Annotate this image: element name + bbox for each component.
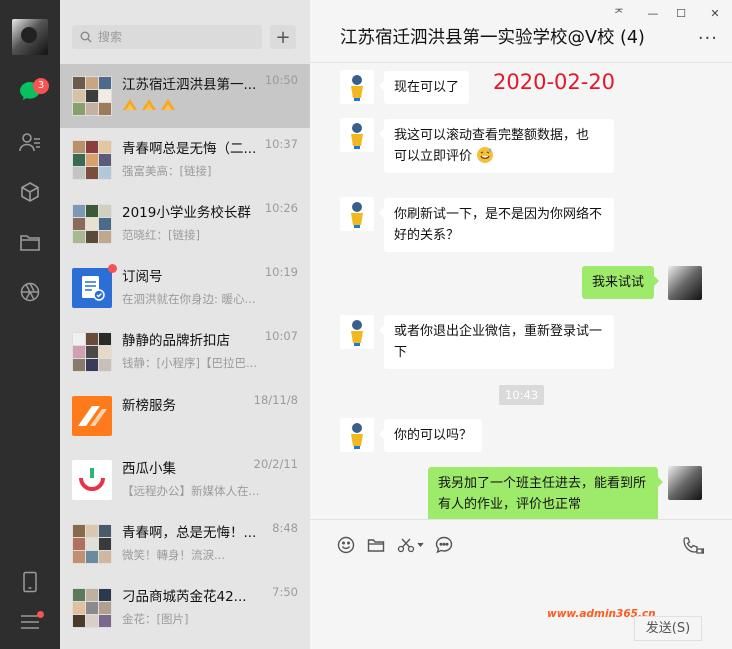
subscription-avatar xyxy=(72,268,112,308)
add-chat-button[interactable]: + xyxy=(270,25,296,49)
chat-time: 10:50 xyxy=(264,73,298,87)
chat-history-icon[interactable] xyxy=(433,534,455,556)
party-hat-icon xyxy=(142,99,156,110)
search-icon xyxy=(80,31,92,43)
chat-time: 18/11/8 xyxy=(253,393,298,407)
send-button[interactable]: 发送(S) xyxy=(634,616,702,641)
party-hat-icon xyxy=(161,99,175,110)
phone-icon[interactable] xyxy=(15,567,45,597)
chat-title: 江苏宿迁泗洪县第一实验学校@V校 (4) xyxy=(340,28,645,48)
chat-name: 订阅号 xyxy=(122,269,163,285)
wechat-window: 3 + 江苏宿迁泗洪县第一 xyxy=(0,0,732,649)
search-input[interactable] xyxy=(98,30,248,44)
message-bubble-self: 我另加了一个班主任进去，能看到所有人的作业，评价也正常 xyxy=(428,467,663,521)
screenshot-scissors-icon[interactable] xyxy=(396,534,426,556)
chat-time: 10:19 xyxy=(264,265,298,279)
chat-time: 7:50 xyxy=(272,585,298,599)
minimize-button[interactable]: — xyxy=(642,4,664,22)
chat-time: 10:26 xyxy=(264,201,298,215)
menu-notification-dot xyxy=(37,611,44,618)
chat-item[interactable]: 青春啊，总是无悔！... 8:48 微笑！轉身！流淚... xyxy=(60,512,310,576)
xinbang-logo-icon xyxy=(78,406,107,426)
group-avatar xyxy=(72,588,112,628)
group-avatar xyxy=(72,204,112,244)
chat-name: 青春啊总是无悔（二... xyxy=(122,141,257,157)
group-avatar xyxy=(72,332,112,372)
chat-preview: 钱静：[小程序]【巴拉巴... xyxy=(122,356,257,370)
message-bubble-self: 我来试试 xyxy=(582,266,660,299)
unread-badge: 3 xyxy=(33,78,49,94)
file-folder-icon[interactable] xyxy=(365,534,387,556)
my-message-avatar[interactable] xyxy=(668,466,702,500)
my-avatar[interactable] xyxy=(12,19,48,55)
chat-item[interactable]: 西瓜小集 20/2/11 【远程办公】新媒体人在... xyxy=(60,448,310,512)
maximize-button[interactable]: ☐ xyxy=(670,4,692,22)
miniprogram-cube-icon[interactable] xyxy=(15,177,45,207)
message-input-area[interactable]: www.admin365.cn 发送(S) xyxy=(310,519,732,649)
message-bubble: 现在可以了 xyxy=(378,71,470,104)
message-bubble: 你刷新试一下，是不是因为你网络不好的关系？ xyxy=(379,198,614,252)
chat-name: 西瓜小集 xyxy=(122,461,176,477)
chat-preview: 范晓红：[链接] xyxy=(122,228,200,242)
sweat-smile-emoji-icon xyxy=(477,147,494,163)
pin-button[interactable]: ᅎ xyxy=(608,4,630,22)
close-button[interactable]: ✕ xyxy=(704,4,726,22)
chat-name: 2019小学业务校长群 xyxy=(122,205,251,221)
message-bubble: 或者你退出企业微信，重新登录试一下 xyxy=(379,315,614,369)
more-options-button[interactable]: ··· xyxy=(698,28,718,49)
sender-avatar[interactable] xyxy=(340,118,374,152)
chat-preview: 在泗洪就在你身边: 暖心... xyxy=(122,292,256,306)
message-bubble: 我这可以滚动查看完整额数据，也可以立即评价 xyxy=(379,119,614,173)
message-bubble: 你的可以吗？ xyxy=(378,419,483,452)
chat-preview: 金花：[图片] xyxy=(122,612,189,626)
sender-avatar[interactable] xyxy=(340,315,374,349)
chat-preview: 【远程办公】新媒体人在... xyxy=(122,484,260,498)
chat-item[interactable]: 青春啊总是无悔（二... 10:37 强富美高：[链接] xyxy=(60,128,310,192)
chat-time: 10:37 xyxy=(264,137,298,151)
unread-dot xyxy=(108,264,117,273)
chat-time: 20/2/11 xyxy=(253,457,298,471)
moments-aperture-icon[interactable] xyxy=(15,277,45,307)
chat-item[interactable]: 新榜服务 18/11/8 xyxy=(60,384,310,448)
folder-icon[interactable] xyxy=(15,227,45,257)
chat-time: 8:48 xyxy=(272,521,298,535)
sender-avatar[interactable] xyxy=(340,197,374,231)
xigua-logo-icon xyxy=(79,468,105,491)
emoji-icon[interactable] xyxy=(335,534,357,556)
group-avatar xyxy=(72,76,112,116)
time-separator: 10:43 xyxy=(499,385,545,405)
chat-preview: 强富美高：[链接] xyxy=(122,164,212,178)
chat-time: 10:07 xyxy=(264,329,298,343)
chat-name: 静静的品牌折扣店 xyxy=(122,333,230,349)
contacts-icon[interactable] xyxy=(15,127,45,157)
subscription-doc-icon xyxy=(82,276,105,301)
date-stamp: 2020-02-20 xyxy=(493,70,616,94)
group-avatar xyxy=(72,524,112,564)
nav-rail: 3 xyxy=(0,0,60,649)
chat-item[interactable]: 江苏宿迁泗洪县第一... 10:50 xyxy=(60,64,310,128)
xinbang-avatar xyxy=(72,396,112,436)
chat-item[interactable]: 2019小学业务校长群 10:26 范晓红：[链接] xyxy=(60,192,310,256)
chat-list-panel: + 江苏宿迁泗洪县第一... 10:50 青春啊总是无悔（二... 10:37 … xyxy=(60,0,310,649)
emoji-row xyxy=(122,97,176,111)
chat-name: 刁品商城芮金花42... xyxy=(122,589,247,605)
chat-area: ᅎ — ☐ ✕ 江苏宿迁泗洪县第一实验学校@V校 (4) ··· 现在可以了 2… xyxy=(310,0,732,649)
group-avatar xyxy=(72,140,112,180)
chat-preview: 微笑！轉身！流淚... xyxy=(122,548,225,562)
voice-call-icon[interactable] xyxy=(682,534,704,556)
my-message-avatar[interactable] xyxy=(668,266,702,300)
xigua-avatar xyxy=(72,460,112,500)
chat-name: 青春啊，总是无悔！... xyxy=(122,525,257,541)
sender-avatar[interactable] xyxy=(340,418,374,452)
chat-item[interactable]: 静静的品牌折扣店 10:07 钱静：[小程序]【巴拉巴... xyxy=(60,320,310,384)
sender-avatar[interactable] xyxy=(340,70,374,104)
chat-item[interactable]: 刁品商城芮金花42... 7:50 金花：[图片] xyxy=(60,576,310,640)
header-divider xyxy=(310,62,732,63)
chat-item[interactable]: 订阅号 10:19 在泗洪就在你身边: 暖心... xyxy=(60,256,310,320)
search-box[interactable] xyxy=(72,25,262,49)
chat-name: 新榜服务 xyxy=(122,398,176,414)
chat-name: 江苏宿迁泗洪县第一... xyxy=(122,77,257,93)
party-hat-icon xyxy=(123,99,137,110)
